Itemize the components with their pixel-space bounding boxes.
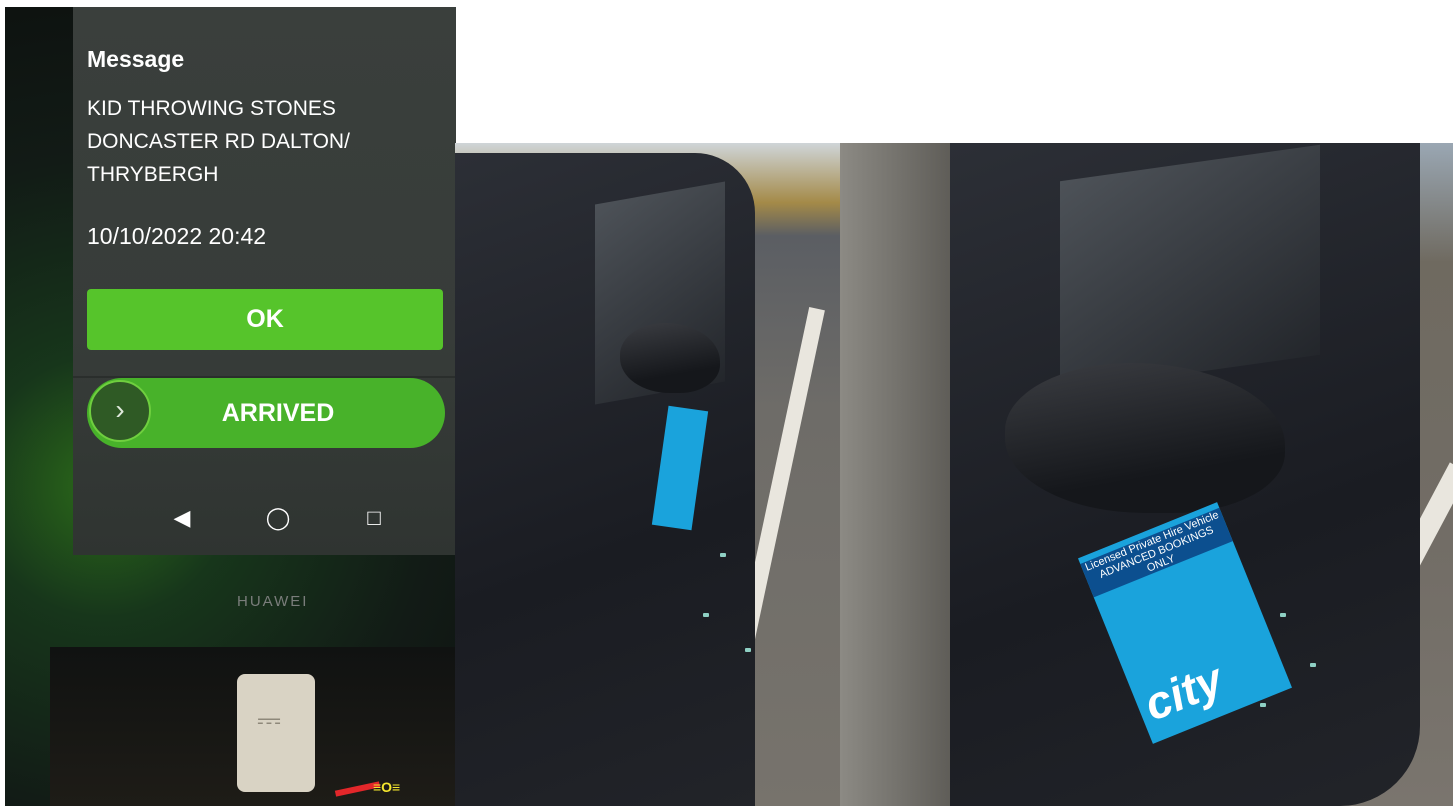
glass-shard [1310,663,1316,667]
usb-plug: ⎓ [237,674,315,792]
message-card [73,7,456,555]
glass-shard [1260,703,1266,707]
glass-shard [1280,613,1286,617]
adjacent-vehicle [840,143,950,806]
car-photo-close: Licensed Private Hire Vehicle ADVANCED B… [950,143,1453,806]
ok-button[interactable]: OK [87,289,443,350]
message-datetime: 10/10/2022 20:42 [87,223,267,249]
message-title: Message [87,46,185,72]
message-body: KID THROWING STONES DONCASTER RD DALTON/… [87,97,350,186]
back-icon[interactable]: ◀ [169,505,195,531]
dashboard-headlight-icon: ≡O≡ [373,779,401,795]
glass-shard [745,648,751,652]
broken-window [1060,144,1320,392]
glass-shard [720,553,726,557]
home-icon[interactable]: ◯ [265,505,291,531]
glass-shard [703,613,709,617]
phone-brand: HUAWEI [237,593,309,610]
usb-icon: ⎓ [257,704,281,737]
chevron-right-icon[interactable]: › [89,380,151,442]
car-photo-wide [455,143,950,806]
recents-icon[interactable]: □ [361,505,387,531]
android-nav-bar: ◀ ◯ □ [73,487,456,555]
arrived-slider[interactable]: ARRIVED › [87,378,445,448]
